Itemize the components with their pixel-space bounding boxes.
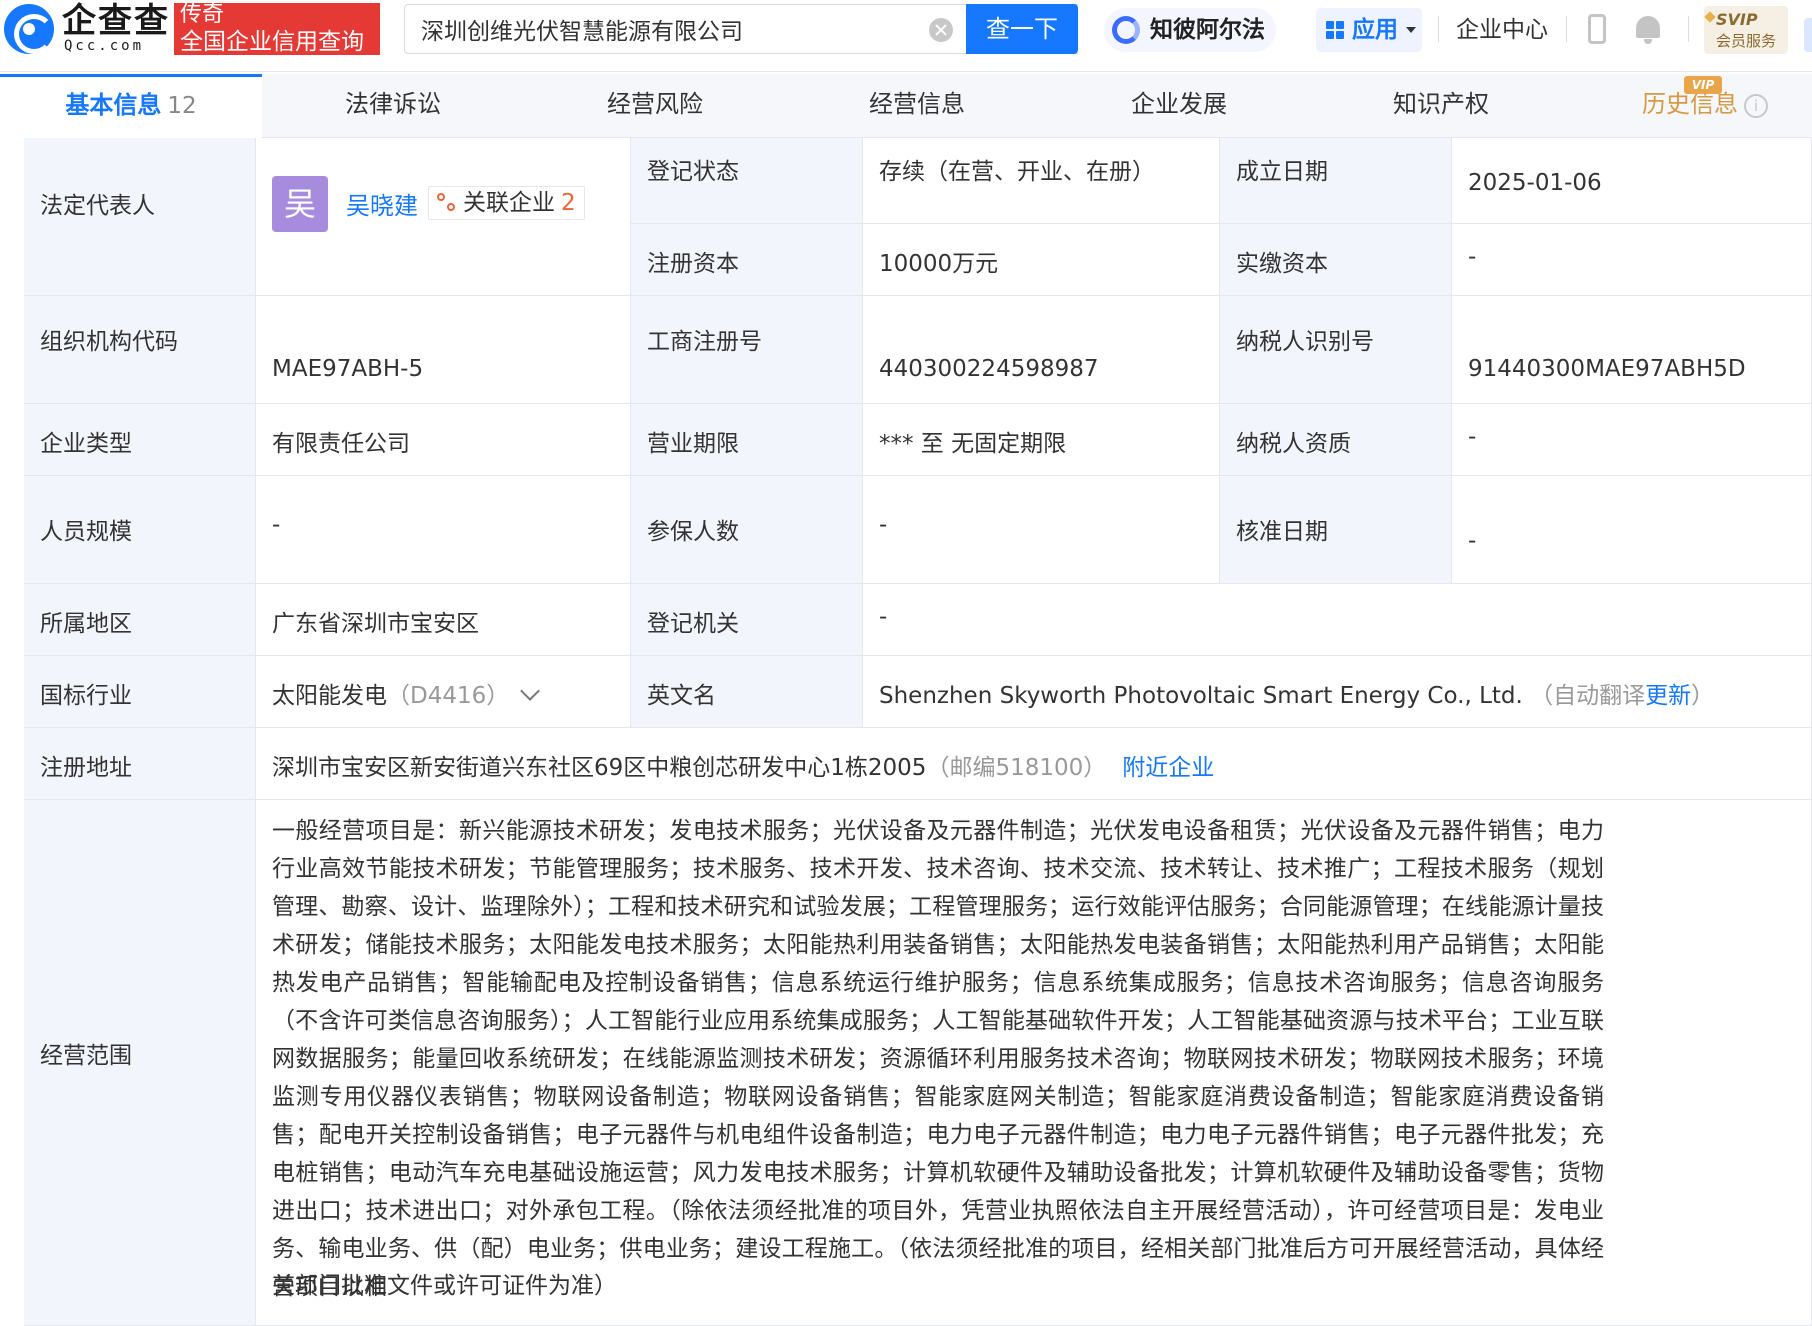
biz-reg-no-value: 440300224598987	[863, 296, 1220, 404]
tab-label: 基本信息	[65, 91, 162, 119]
avatar[interactable]: 吴	[272, 176, 328, 232]
chevron-down-icon[interactable]	[520, 681, 541, 701]
svip-label: SVIP	[1716, 10, 1758, 29]
english-name: Shenzhen Skyworth Photovoltaic Smart Ene…	[879, 683, 1523, 709]
insured-value: -	[863, 476, 1220, 584]
bell-icon[interactable]	[1636, 16, 1660, 44]
label-org-code: 组织机构代码	[24, 296, 256, 404]
tab-business-risk[interactable]: 经营风险	[524, 74, 786, 138]
svip-member-button[interactable]: SVIP 会员服务	[1704, 6, 1788, 54]
label-biz-reg-no: 工商注册号	[631, 296, 863, 404]
tab-basic-info[interactable]: 基本信息 12	[0, 74, 262, 138]
header-divider	[1688, 16, 1689, 42]
business-scope-value: 一般经营项目是：新兴能源技术研发；发电技术服务；光伏设备及元器件制造；光伏发电设…	[256, 800, 1812, 1326]
address-text: 深圳市宝安区新安街道兴东社区69区中粮创芯研发中心1栋2005	[272, 755, 927, 781]
header-divider	[1566, 16, 1567, 42]
tab-count: 12	[167, 93, 197, 119]
network-icon	[437, 193, 457, 213]
label-region: 所属地区	[24, 584, 256, 656]
biz-term-value: *** 至 无固定期限	[863, 404, 1220, 476]
label-reg-status: 登记状态	[631, 138, 863, 224]
qcc-logo-icon[interactable]	[4, 4, 54, 54]
top-header: 企查查 Qcc.com 传奇 全国企业信用查询 查一下 知彼阿尔法 应用 企业中…	[0, 0, 1812, 72]
label-found-date: 成立日期	[1220, 138, 1452, 224]
mobile-phone-icon[interactable]	[1588, 14, 1606, 44]
close-paren: ）	[1691, 683, 1715, 709]
region-value: 广东省深圳市宝安区	[256, 584, 631, 656]
org-code-value: MAE97ABH-5	[256, 296, 631, 404]
zhibi-alpha-button[interactable]: 知彼阿尔法	[1104, 8, 1276, 52]
clear-icon[interactable]	[929, 18, 953, 42]
label-paid-capital: 实缴资本	[1220, 224, 1452, 296]
company-type-value: 有限责任公司	[256, 404, 631, 476]
related-label: 关联企业	[463, 190, 555, 216]
paid-capital-value: -	[1452, 224, 1812, 296]
enterprise-center-link[interactable]: 企业中心	[1456, 8, 1548, 52]
crown-icon	[1704, 11, 1716, 23]
english-name-value: Shenzhen Skyworth Photovoltaic Smart Ene…	[863, 656, 1812, 728]
postcode: （邮编518100）	[926, 755, 1107, 781]
reg-status-value: 存续（在营、开业、在册）	[863, 138, 1220, 224]
industry-value[interactable]: 太阳能发电（D4416）	[256, 656, 631, 728]
legend-badge-line2: 全国企业信用查询	[180, 29, 364, 55]
update-translation-link[interactable]: 更新	[1645, 683, 1691, 709]
label-legal-rep: 法定代表人	[24, 138, 256, 296]
section-tabs: 基本信息 12 法律诉讼 经营风险 经营信息 企业发展 知识产权 历史信息	[0, 74, 1812, 138]
legal-rep-cell: 吴 吴晓建 关联企业 2	[256, 138, 631, 296]
basic-info-table: 法定代表人 吴 吴晓建 关联企业 2 登记状态 存续（在营、开业、在册） 成立日期…	[24, 138, 1812, 1326]
header-divider	[1438, 16, 1439, 42]
label-company-type: 企业类型	[24, 404, 256, 476]
taxpayer-id-value: 91440300MAE97ABH5D	[1452, 296, 1812, 404]
label-approve-date: 核准日期	[1220, 476, 1452, 584]
label-insured: 参保人数	[631, 476, 863, 584]
label-industry: 国标行业	[24, 656, 256, 728]
tab-business-info[interactable]: 经营信息	[786, 74, 1048, 138]
tab-ip[interactable]: 知识产权	[1310, 74, 1572, 138]
apps-label: 应用	[1352, 17, 1398, 43]
legend-badge-line1: 传奇	[180, 2, 225, 27]
auto-translate-note: （自动翻译	[1530, 683, 1646, 709]
legend-badge[interactable]: 传奇 全国企业信用查询	[174, 3, 380, 55]
grid-icon	[1326, 21, 1346, 41]
side-panel-handle[interactable]	[1804, 18, 1812, 52]
industry-name: 太阳能发电	[272, 683, 387, 709]
zhibi-label: 知彼阿尔法	[1150, 17, 1265, 43]
search-input[interactable]	[421, 5, 981, 53]
business-scope-text: 一般经营项目是：新兴能源技术研发；发电技术服务；光伏设备及元器件制造；光伏发电设…	[272, 818, 1604, 1300]
search-button[interactable]: 查一下	[966, 4, 1078, 54]
label-taxpayer-id: 纳税人识别号	[1220, 296, 1452, 404]
business-scope-tail: 关部门批准文件或许可证件为准）	[272, 1273, 617, 1299]
info-icon[interactable]: i	[1744, 94, 1768, 118]
tab-development[interactable]: 企业发展	[1048, 74, 1310, 138]
member-service-label: 会员服务	[1716, 32, 1777, 50]
taxpayer-qual-value: -	[1452, 404, 1812, 476]
legal-rep-name-link[interactable]: 吴晓建	[346, 186, 418, 221]
label-taxpayer-qual: 纳税人资质	[1220, 404, 1452, 476]
logo-subtext: Qcc.com	[64, 38, 145, 54]
approve-date-value: -	[1452, 476, 1812, 584]
industry-code: （D4416）	[387, 683, 510, 709]
found-date-value: 2025-01-06	[1452, 138, 1812, 224]
address-value: 深圳市宝安区新安街道兴东社区69区中粮创芯研发中心1栋2005（邮编518100…	[256, 728, 1812, 800]
label-biz-term: 营业期限	[631, 404, 863, 476]
label-business-scope: 经营范围	[24, 800, 256, 1326]
zhibi-logo-icon	[1112, 16, 1140, 44]
label-reg-capital: 注册资本	[631, 224, 863, 296]
vip-badge: VIP	[1684, 76, 1722, 94]
label-address: 注册地址	[24, 728, 256, 800]
reg-capital-value: 10000万元	[863, 224, 1220, 296]
logo-text[interactable]: 企查查	[62, 2, 170, 40]
label-reg-authority: 登记机关	[631, 584, 863, 656]
staff-size-value: -	[256, 476, 631, 584]
reg-authority-value: -	[863, 584, 1812, 656]
caret-down-icon	[1406, 27, 1416, 33]
apps-menu-button[interactable]: 应用	[1316, 8, 1422, 52]
nearby-companies-link[interactable]: 附近企业	[1122, 755, 1214, 781]
related-count: 2	[561, 190, 576, 216]
related-companies-button[interactable]: 关联企业 2	[428, 186, 585, 220]
tab-legal-litigation[interactable]: 法律诉讼	[262, 74, 524, 138]
label-staff-size: 人员规模	[24, 476, 256, 584]
label-english-name: 英文名	[631, 656, 863, 728]
